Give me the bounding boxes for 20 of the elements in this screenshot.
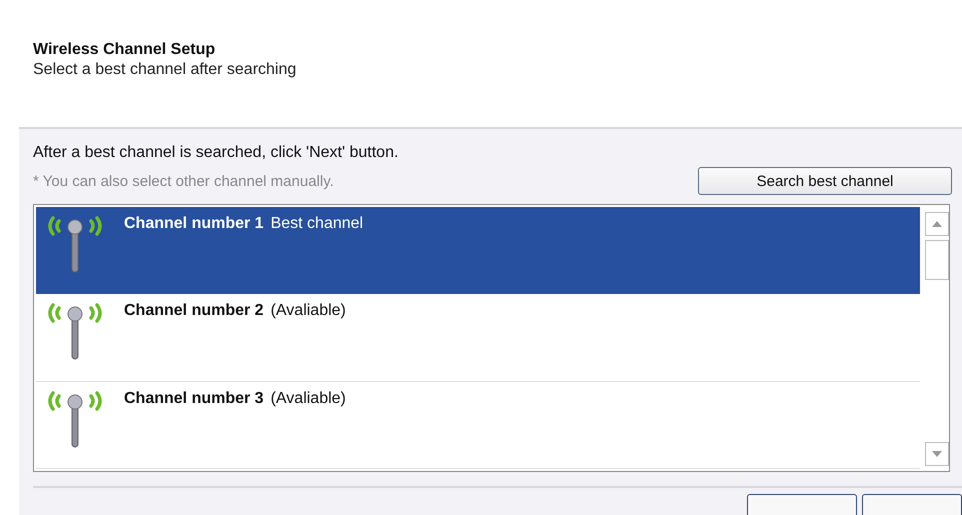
next-button[interactable] (862, 494, 962, 515)
channel-status: (Avaliable) (270, 388, 346, 409)
channel-item[interactable]: Channel number 1 Best channel (36, 207, 920, 294)
channel-name: Channel number 1 (124, 214, 264, 234)
channel-status: Best channel (270, 214, 364, 234)
channel-item[interactable]: Channel number 3 (Avaliable) (36, 382, 920, 469)
scroll-up-button[interactable] (924, 212, 948, 236)
scroll-down-button[interactable] (924, 442, 948, 466)
down-arrow-icon (932, 451, 942, 457)
channel-name: Channel number 3 (124, 388, 264, 409)
page-title: Wireless Channel Setup (33, 40, 216, 60)
scrollbar-thumb[interactable] (924, 240, 948, 280)
search-best-channel-button[interactable]: Search best channel (698, 167, 952, 195)
channel-status: (Avaliable) (270, 301, 346, 322)
channel-name: Channel number 2 (124, 301, 264, 322)
note-text: * You can also select other channel manually. (33, 172, 334, 190)
page-subtitle: Select a best channel after searching (33, 60, 298, 80)
up-arrow-icon (932, 221, 942, 227)
instruction-text: After a best channel is searched, click 'Next' button. (33, 143, 400, 163)
back-button[interactable] (747, 494, 857, 515)
